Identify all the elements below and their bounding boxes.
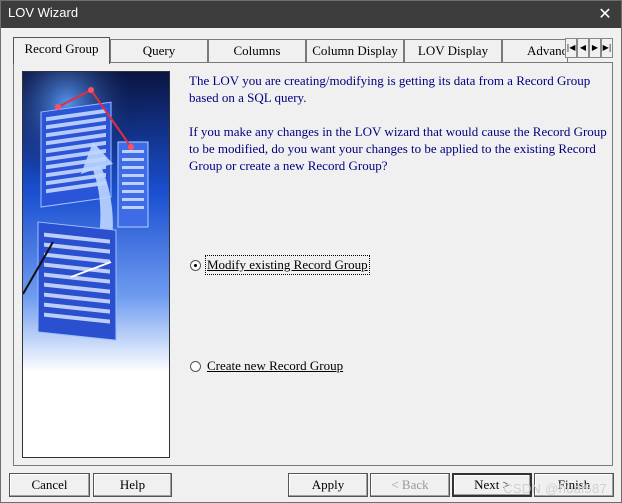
next-icon[interactable]: ▶	[589, 38, 601, 58]
close-icon[interactable]: ✕	[593, 3, 617, 25]
option-modify-existing[interactable]: Modify existing Record Group	[190, 255, 370, 275]
description-paragraph-2: If you make any changes in the LOV wizar…	[189, 124, 607, 173]
apply-button[interactable]: Apply	[288, 473, 368, 497]
tab-strip: Record Group Query Columns Column Displa…	[13, 37, 613, 64]
description-text: The LOV you are creating/modifying is ge…	[189, 72, 609, 191]
tab-columns[interactable]: Columns	[208, 39, 306, 63]
last-icon[interactable]: ▶|	[601, 38, 613, 58]
option-create-new-label[interactable]: Create new Record Group	[207, 358, 343, 374]
first-icon[interactable]: |◀	[565, 38, 577, 58]
description-paragraph-1: The LOV you are creating/modifying is ge…	[189, 73, 591, 105]
window-title: LOV Wizard	[8, 5, 79, 20]
tab-advanced[interactable]: Advano	[502, 39, 568, 63]
tab-column-display[interactable]: Column Display	[306, 39, 404, 63]
watermark: CSDN @huai587	[503, 481, 607, 496]
prev-icon[interactable]: ◀	[577, 38, 589, 58]
title-bar: LOV Wizard ✕	[1, 1, 621, 28]
wizard-illustration	[22, 71, 170, 458]
option-create-new[interactable]: Create new Record Group	[190, 358, 343, 374]
option-modify-existing-label[interactable]: Modify existing Record Group	[205, 255, 370, 275]
record-group-illustration-icon	[23, 72, 169, 457]
tab-panel: The LOV you are creating/modifying is ge…	[13, 62, 613, 466]
lov-wizard-window: LOV Wizard ✕ Record Group Query Columns …	[0, 0, 622, 503]
cancel-button[interactable]: Cancel	[9, 473, 90, 497]
back-button[interactable]: < Back	[370, 473, 450, 497]
tab-record-group[interactable]: Record Group	[13, 37, 110, 64]
radio-modify-existing[interactable]	[190, 259, 201, 271]
tab-lov-display[interactable]: LOV Display	[404, 39, 502, 63]
tab-query[interactable]: Query	[110, 39, 208, 63]
radio-create-new[interactable]	[190, 360, 201, 372]
help-button[interactable]: Help	[93, 473, 172, 497]
